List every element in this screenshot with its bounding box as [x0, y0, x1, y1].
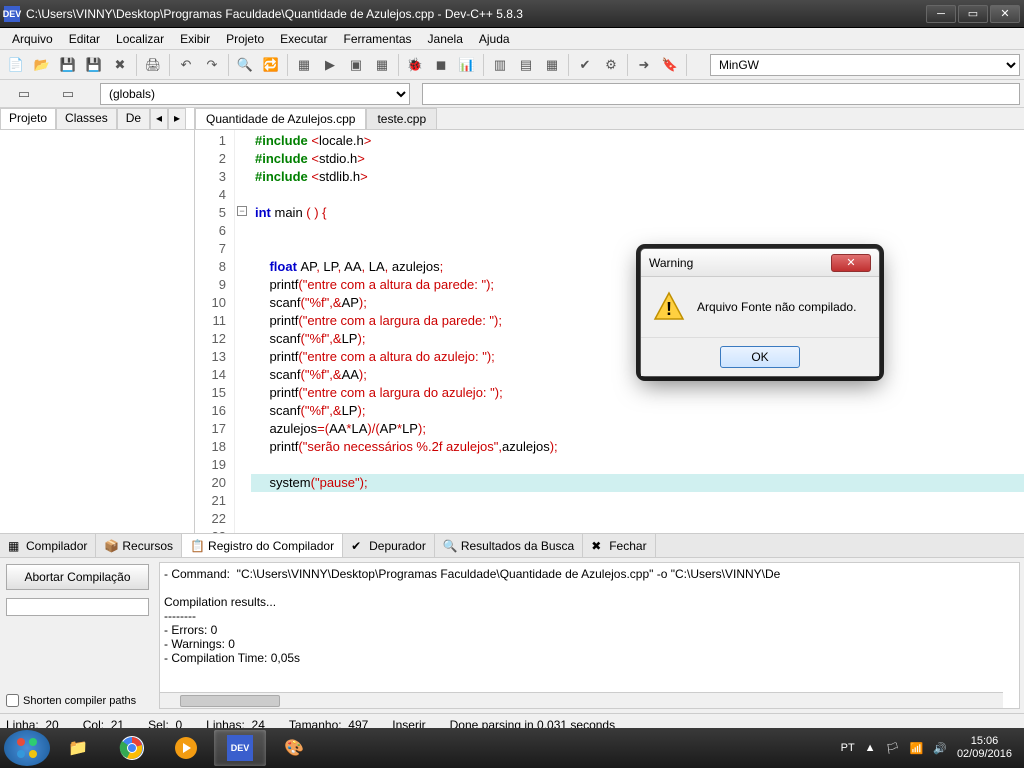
project-tab-2[interactable]: De [117, 108, 150, 129]
window-titlebar: DEV C:\Users\VINNY\Desktop\Programas Fac… [0, 0, 1024, 28]
warning-dialog: Warning ✕ ! Arquivo Fonte não compilado.… [640, 248, 880, 377]
compile-button[interactable]: ▦ [292, 53, 316, 77]
bottom-tab-4[interactable]: 🔍Resultados da Busca [435, 534, 583, 557]
project-tab-0[interactable]: Projeto [0, 108, 56, 129]
menu-editar[interactable]: Editar [61, 30, 108, 48]
check-button[interactable]: ✔ [573, 53, 597, 77]
dialog-close-button[interactable]: ✕ [831, 254, 871, 272]
project-tab-1[interactable]: Classes [56, 108, 117, 129]
gear-button[interactable]: ⚙ [599, 53, 623, 77]
rebuild-button[interactable]: ▦ [370, 53, 394, 77]
bookmark-button[interactable]: 🔖 [658, 53, 682, 77]
save-button[interactable]: 💾 [56, 53, 80, 77]
editor-tab-0[interactable]: Quantidade de Azulejos.cpp [195, 108, 366, 129]
compiler-dropdown[interactable]: MinGW [710, 54, 1020, 76]
toolbar-main: 📄 📂 💾 💾 ✖ 🖨 ↶ ↷ 🔍 🔁 ▦ ▶ ▣ ▦ 🐞 ◼ 📊 ▥ ▤ ▦ … [0, 50, 1024, 80]
close-file-button[interactable]: ✖ [108, 53, 132, 77]
layout1-button[interactable]: ▥ [488, 53, 512, 77]
menu-bar: ArquivoEditarLocalizarExibirProjetoExecu… [0, 28, 1024, 50]
dialog-message: Arquivo Fonte não compilado. [697, 300, 856, 314]
open-button[interactable]: 📂 [30, 53, 54, 77]
windows-taskbar: 📁 DEV 🎨 PT ▲ 🏳 📶 🔊 15:0602/09/2016 [0, 728, 1024, 768]
redo-button[interactable]: ↷ [200, 53, 224, 77]
menu-arquivo[interactable]: Arquivo [4, 30, 61, 48]
undo-button[interactable]: ↶ [174, 53, 198, 77]
goto-button[interactable]: ➜ [632, 53, 656, 77]
layout3-button[interactable]: ▦ [540, 53, 564, 77]
wmp-taskbar-icon[interactable] [160, 730, 212, 766]
new-project-button[interactable]: ▭ [4, 82, 44, 106]
compiler-log[interactable]: - Command: "C:\Users\VINNY\Desktop\Progr… [159, 562, 1020, 709]
menu-ferramentas[interactable]: Ferramentas [335, 30, 419, 48]
stop-button[interactable]: ◼ [429, 53, 453, 77]
close-button[interactable]: ✕ [990, 5, 1020, 23]
project-sidebar: ProjetoClassesDe◂▸ [0, 108, 195, 533]
run-button[interactable]: ▶ [318, 53, 342, 77]
app-icon: DEV [4, 6, 20, 22]
volume-icon[interactable]: 🔊 [933, 742, 947, 755]
print-button[interactable]: 🖨 [141, 53, 165, 77]
menu-executar[interactable]: Executar [272, 30, 335, 48]
dialog-title: Warning [649, 256, 693, 270]
action-center-icon[interactable]: 🏳 [886, 742, 900, 755]
code-editor[interactable]: 123456789101112131415161718192021222324 … [195, 130, 1024, 533]
project-tab-nav[interactable]: ▸ [168, 108, 186, 129]
editor-tab-1[interactable]: teste.cpp [366, 108, 437, 129]
menu-janela[interactable]: Janela [420, 30, 471, 48]
menu-ajuda[interactable]: Ajuda [471, 30, 518, 48]
insert-button[interactable]: ▭ [48, 82, 88, 106]
language-indicator[interactable]: PT [841, 742, 855, 754]
clock[interactable]: 15:0602/09/2016 [957, 735, 1012, 761]
shorten-paths-checkbox[interactable]: Shorten compiler paths [6, 694, 149, 707]
dialog-ok-button[interactable]: OK [720, 346, 800, 368]
class-dropdown[interactable] [422, 83, 1020, 105]
bottom-tab-3[interactable]: ✔Depurador [343, 534, 435, 557]
network-icon[interactable]: 📶 [910, 742, 924, 755]
svg-text:!: ! [666, 299, 672, 319]
menu-localizar[interactable]: Localizar [108, 30, 172, 48]
window-title: C:\Users\VINNY\Desktop\Programas Faculda… [26, 7, 926, 21]
log-scrollbar-h[interactable] [160, 692, 1003, 708]
bottom-tab-0[interactable]: ▦Compilador [0, 534, 96, 557]
menu-exibir[interactable]: Exibir [172, 30, 218, 48]
save-all-button[interactable]: 💾 [82, 53, 106, 77]
compile-progress [6, 598, 149, 616]
replace-button[interactable]: 🔁 [259, 53, 283, 77]
line-gutter: 123456789101112131415161718192021222324 [195, 130, 235, 533]
tray-icon[interactable]: ▲ [865, 742, 876, 754]
explorer-taskbar-icon[interactable]: 📁 [52, 730, 104, 766]
project-tab-nav[interactable]: ◂ [150, 108, 168, 129]
bottom-tab-5[interactable]: ✖Fechar [583, 534, 655, 557]
bottom-tab-1[interactable]: 📦Recursos [96, 534, 182, 557]
paint-taskbar-icon[interactable]: 🎨 [268, 730, 320, 766]
fold-column[interactable]: − [235, 130, 251, 533]
start-button[interactable] [4, 730, 50, 766]
new-file-button[interactable]: 📄 [4, 53, 28, 77]
abort-compile-button[interactable]: Abortar Compilação [6, 564, 149, 590]
layout2-button[interactable]: ▤ [514, 53, 538, 77]
debug-button[interactable]: 🐞 [403, 53, 427, 77]
globals-dropdown[interactable]: (globals) [100, 83, 410, 105]
bottom-tab-2[interactable]: 📋Registro do Compilador [182, 534, 343, 557]
minimize-button[interactable]: ─ [926, 5, 956, 23]
warning-icon: ! [653, 291, 685, 323]
toolbar-secondary: ▭ ▭ (globals) [0, 80, 1024, 108]
compile-run-button[interactable]: ▣ [344, 53, 368, 77]
profile-button[interactable]: 📊 [455, 53, 479, 77]
find-button[interactable]: 🔍 [233, 53, 257, 77]
chrome-taskbar-icon[interactable] [106, 730, 158, 766]
devcpp-taskbar-icon[interactable]: DEV [214, 730, 266, 766]
menu-projeto[interactable]: Projeto [218, 30, 272, 48]
maximize-button[interactable]: ▭ [958, 5, 988, 23]
